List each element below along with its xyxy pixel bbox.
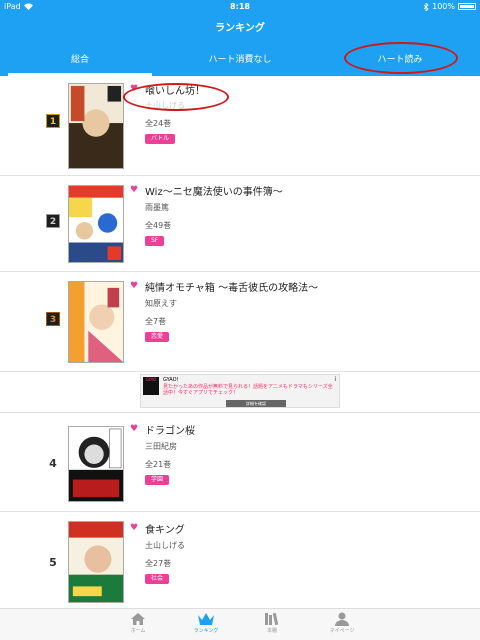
tab-bookshelf[interactable]: 本棚: [242, 609, 302, 640]
book-author: 三田紀房: [145, 442, 177, 451]
book-author: 雨墨篤: [145, 203, 169, 212]
ranking-item-2[interactable]: 2 ♥ Wiz〜ニセ魔法使いの事件簿〜 雨墨篤 全49巻 SF: [0, 176, 480, 272]
tab-bookshelf-label: 本棚: [266, 628, 277, 634]
genre-tag: バトル: [145, 134, 176, 144]
heart-icon: ♥: [130, 281, 139, 291]
book-cover[interactable]: [68, 521, 124, 603]
battery-percent: 100%: [432, 2, 455, 11]
book-author: 土山しげる: [145, 541, 185, 550]
ad-brand: GYAO!: [163, 377, 179, 383]
tab-overall[interactable]: 総合: [0, 40, 160, 76]
cover-art: [69, 84, 123, 168]
tab-home-label: ホーム: [130, 628, 146, 634]
page-title: ランキング: [215, 23, 265, 34]
book-title[interactable]: ドラゴン桜: [145, 422, 195, 437]
tab-ranking-label: ランキング: [193, 628, 219, 634]
ranking-item-5[interactable]: 5 ♥ 食キング 土山しげる 全27巻 社会: [0, 512, 480, 608]
heart-icon: ♥: [130, 523, 139, 533]
book-volumes: 全49巻: [145, 221, 172, 230]
ranking-item-4[interactable]: 4 ♥ ドラゴン桜 三田紀房 全21巻 学園: [0, 412, 480, 512]
book-volumes: 全27巻: [145, 559, 172, 568]
tab-ranking[interactable]: ランキング: [176, 609, 236, 640]
bottom-tab-bar: ホーム ランキング 本棚 マイページ: [0, 608, 480, 640]
tab-heart-read-label: ハート読み: [377, 54, 423, 65]
status-right: 100%: [424, 2, 476, 11]
genre-tag: SF: [145, 236, 165, 246]
ranking-list[interactable]: 1 ♥ 喰いしん坊！ 土山しげる 全24巻 バトル 2 ♥ Wiz〜ニセ魔法使い…: [0, 76, 480, 608]
tab-heart-read[interactable]: ハート読み: [320, 40, 480, 76]
tab-mypage-label: マイページ: [329, 628, 355, 634]
ad-info-icon[interactable]: i: [334, 376, 336, 383]
book-title[interactable]: 純情オモチャ箱 〜毒舌彼氏の攻略法〜: [145, 279, 318, 294]
rank-badge: 3: [46, 312, 60, 326]
book-volumes: 全21巻: [145, 460, 172, 469]
cover-art: [69, 522, 123, 602]
book-volumes: 全24巻: [145, 119, 172, 128]
rank-badge: 2: [46, 214, 60, 228]
nav-bar: ランキング: [0, 14, 480, 40]
bookshelf-icon: [265, 612, 279, 626]
tab-no-heart-label: ハート消費なし: [208, 54, 272, 65]
tab-overall-label: 総合: [70, 54, 89, 65]
battery-icon: [458, 3, 476, 10]
ranking-tab-bar: 総合 ハート消費なし ハート読み: [0, 40, 480, 76]
book-title[interactable]: Wiz〜ニセ魔法使いの事件簿〜: [145, 183, 283, 198]
book-title[interactable]: 喰いしん坊！: [145, 82, 205, 97]
rank-number: 4: [49, 457, 57, 470]
tab-home[interactable]: ホーム: [108, 609, 168, 640]
book-cover[interactable]: [68, 185, 124, 263]
genre-tag: 恋愛: [145, 332, 170, 342]
ranking-item-3[interactable]: 3 ♥ 純情オモチャ箱 〜毒舌彼氏の攻略法〜 知原えす 全7巻 恋愛: [0, 272, 480, 372]
ad-banner[interactable]: GYAO GYAO! 見たかったあの作品が無料で見られる！話題をアニメもドラマも…: [140, 374, 340, 408]
crown-icon: [198, 613, 214, 625]
tab-mypage[interactable]: マイページ: [312, 609, 372, 640]
cover-art: [69, 186, 123, 262]
book-volumes: 全7巻: [145, 317, 167, 326]
person-icon: [335, 612, 349, 626]
ad-cta-button[interactable]: 詳細を確認: [226, 400, 286, 407]
cover-art: [69, 282, 123, 362]
book-title[interactable]: 食キング: [145, 521, 185, 536]
tab-no-heart[interactable]: ハート消費なし: [160, 40, 320, 76]
book-author: 土山しげる: [145, 101, 185, 110]
ad-logo: GYAO: [143, 377, 159, 395]
status-bar: iPad 8:18 100%: [0, 0, 480, 14]
heart-icon: ♥: [130, 424, 139, 434]
book-cover[interactable]: [68, 281, 124, 363]
heart-icon: ♥: [130, 84, 139, 94]
cover-art: [69, 427, 123, 501]
bluetooth-icon: [424, 2, 429, 11]
genre-tag: 学園: [145, 475, 170, 485]
book-cover[interactable]: [68, 426, 124, 502]
home-icon: [131, 613, 145, 625]
heart-icon: ♥: [130, 185, 139, 195]
rank-badge: 1: [46, 114, 60, 128]
status-time: 8:18: [230, 2, 250, 11]
book-author: 知原えす: [145, 299, 177, 308]
ad-text: 見たかったあの作品が無料で見られる！話題をアニメもドラマもシリーズ全話中！今すぐ…: [163, 384, 333, 396]
book-cover[interactable]: [68, 83, 124, 169]
ranking-item-1[interactable]: 1 ♥ 喰いしん坊！ 土山しげる 全24巻 バトル: [0, 76, 480, 176]
rank-number: 5: [49, 556, 57, 569]
genre-tag: 社会: [145, 574, 170, 584]
